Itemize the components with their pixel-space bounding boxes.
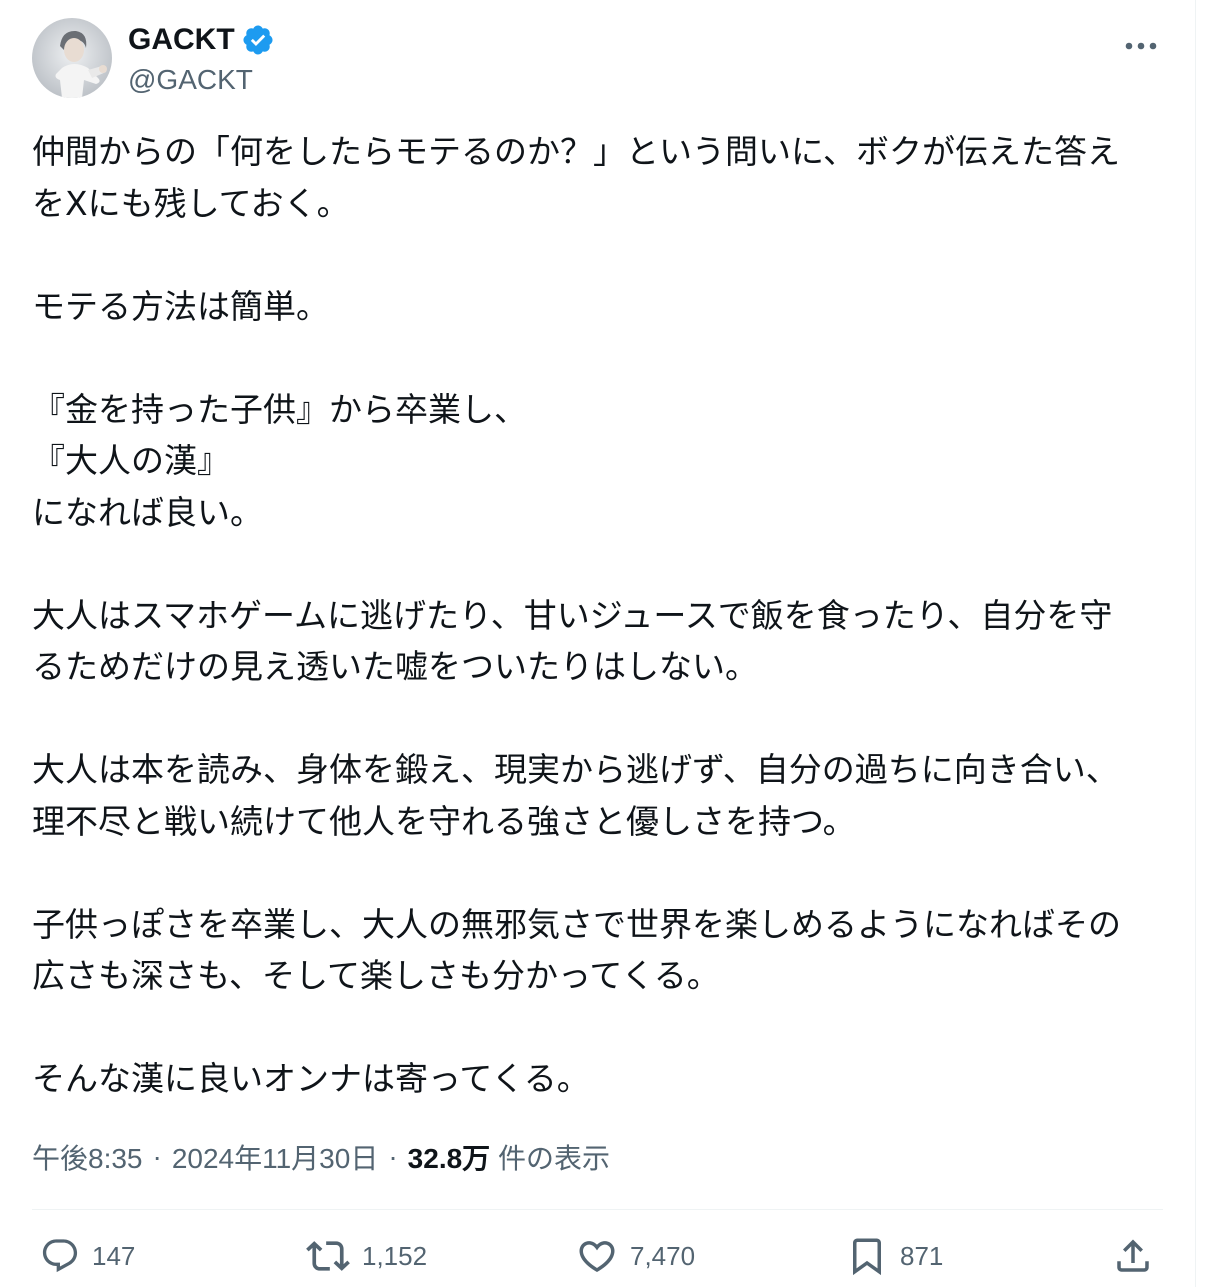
repost-button[interactable]: 1,152 (306, 1228, 427, 1284)
repost-count: 1,152 (362, 1240, 428, 1271)
display-name-row: GACKT (128, 22, 275, 58)
bookmark-icon (853, 1238, 881, 1276)
avatar-image (32, 18, 112, 98)
display-name[interactable]: GACKT (128, 23, 235, 57)
user-handle[interactable]: @GACKT (128, 64, 275, 96)
views-label: 件の表示 (497, 1143, 610, 1174)
reply-icon (42, 1239, 78, 1273)
reply-count: 147 (92, 1240, 136, 1271)
reply-button[interactable]: 147 (40, 1228, 135, 1284)
views-count: 32.8万 (407, 1143, 491, 1174)
like-count: 7,470 (630, 1240, 696, 1271)
share-icon (1117, 1239, 1149, 1272)
verified-badge-icon[interactable] (241, 23, 275, 57)
views[interactable]: 32.8万 件の表示 (408, 1137, 610, 1177)
like-button[interactable]: 7,470 (576, 1228, 695, 1284)
meta-separator: · (388, 1141, 398, 1172)
tweet-meta: 午後8:35 · 2024年11月30日 · 32.8万 件の表示 (32, 1137, 610, 1177)
avatar[interactable] (32, 18, 112, 98)
tweet-time[interactable]: 午後8:35 (32, 1137, 143, 1177)
tweet-date[interactable]: 2024年11月30日 (172, 1137, 379, 1177)
meta-separator: · (152, 1141, 162, 1172)
tweet-text: 仲間からの「何をしたらモテるのか？」という問いに、ボクが伝えた答え をXにも残し… (32, 132, 1121, 1098)
bookmark-button[interactable]: 871 (846, 1228, 943, 1284)
repost-icon (306, 1241, 350, 1271)
share-button[interactable] (1112, 1228, 1154, 1284)
bookmark-count: 871 (900, 1240, 944, 1271)
action-bar: 147 1,152 7,470 871 (32, 1228, 1163, 1284)
more-dots-icon[interactable] (1119, 24, 1163, 68)
user-info: GACKT @GACKT (128, 22, 275, 96)
divider (32, 1209, 1163, 1210)
tweet-header: GACKT @GACKT (32, 16, 1163, 100)
tweet-card: GACKT @GACKT 仲間からの「何をしたらモテるのか？」という問いに、ボク… (0, 0, 1196, 1287)
heart-icon (579, 1241, 615, 1273)
